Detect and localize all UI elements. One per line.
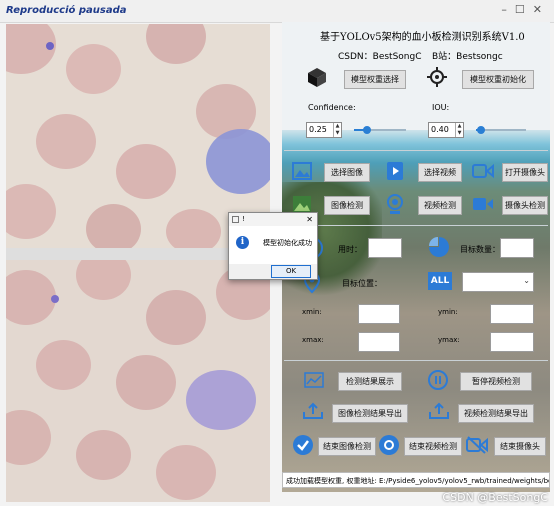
- end-image-detect-button[interactable]: 结束图像检测: [318, 437, 376, 456]
- xmax-field: [358, 332, 400, 352]
- confidence-value: 0.25: [309, 125, 327, 134]
- control-panel: 基于YOLOv5架构的血小板检测识别系统V1.0 CSDN：BestSongC …: [282, 22, 550, 492]
- iou-spinbox[interactable]: 0.40 ▲ ▼: [428, 122, 464, 138]
- iou-slider[interactable]: [476, 126, 526, 134]
- confidence-slider[interactable]: [354, 126, 406, 134]
- select-image-button[interactable]: 选择图像: [324, 163, 370, 182]
- all-badge: ALL: [428, 272, 452, 290]
- window-icon: [232, 216, 239, 223]
- select-video-button[interactable]: 选择视频: [418, 163, 462, 182]
- xmin-field: [358, 304, 400, 324]
- window-controls[interactable]: –☐✕: [501, 3, 550, 16]
- target-select-dropdown[interactable]: ⌄: [462, 272, 534, 292]
- pause-video-button[interactable]: 暂停视频检测: [460, 372, 532, 391]
- end-video-detect-button[interactable]: 结束视频检测: [404, 437, 462, 456]
- pie-chart-icon: [429, 237, 449, 257]
- time-label: 用时：: [338, 245, 362, 254]
- xmax-label: xmax:: [302, 336, 324, 344]
- message-dialog: ! ✕ i 模型初始化成功 OK: [228, 212, 318, 280]
- result-image-view: [6, 260, 270, 502]
- window-titlebar: Reproducció pausada –☐✕: [0, 0, 554, 23]
- confidence-label: Confidence:: [308, 103, 356, 112]
- cube-icon: [308, 68, 326, 87]
- export-image-results-button[interactable]: 图像检测结果导出: [332, 404, 408, 423]
- check-circle-icon: [293, 435, 313, 455]
- stop-circle-icon: [379, 435, 399, 455]
- dialog-body: i 模型初始化成功: [229, 226, 317, 264]
- ymax-label: ymax:: [438, 336, 460, 344]
- camera-off-icon: [466, 436, 488, 454]
- model-select-button[interactable]: 模型权重选择: [344, 70, 406, 89]
- export-video-results-button[interactable]: 视频检测结果导出: [458, 404, 534, 423]
- open-camera-button[interactable]: 打开摄像头: [502, 163, 548, 182]
- upload-icon: [303, 402, 323, 419]
- count-label: 目标数量：: [460, 245, 500, 254]
- ymax-field: [490, 332, 534, 352]
- camera-icon: [472, 163, 494, 179]
- dialog-message: 模型初始化成功: [263, 239, 312, 247]
- position-label: 目标位置：: [342, 279, 382, 288]
- dialog-title: !: [242, 215, 245, 223]
- webcam-icon: [387, 194, 403, 214]
- time-value-field: [368, 238, 402, 258]
- target-icon: [427, 67, 447, 87]
- video-camera-icon: [473, 198, 493, 210]
- credit-bilibili: B站：Bestsongc: [432, 52, 503, 62]
- model-init-button[interactable]: 模型权重初始化: [462, 70, 534, 89]
- ymin-label: ymin:: [438, 308, 458, 316]
- image-icon: [292, 162, 312, 180]
- window-title: Reproducció pausada: [6, 5, 127, 16]
- status-bar: 成功加载模型权重, 权重地址: E:/Pyside6_yolov5/yolov5…: [282, 472, 550, 488]
- xmin-label: xmin:: [302, 308, 322, 316]
- image-detect-button[interactable]: 图像检测: [324, 196, 370, 215]
- iou-label: IOU:: [432, 103, 450, 112]
- watermark: CSDN @BestSongC: [442, 491, 548, 504]
- iou-value: 0.40: [431, 125, 449, 134]
- line-chart-icon: [304, 372, 324, 388]
- show-results-button[interactable]: 检测结果展示: [338, 372, 402, 391]
- image-detect-icon: [293, 196, 311, 212]
- ymin-field: [490, 304, 534, 324]
- ok-button[interactable]: OK: [271, 265, 311, 278]
- upload-video-icon: [429, 402, 449, 419]
- end-camera-button[interactable]: 结束摄像头: [494, 437, 546, 456]
- video-file-icon: [387, 162, 403, 180]
- credit-csdn: CSDN：BestSongC: [338, 52, 422, 62]
- pause-icon: [428, 370, 448, 390]
- video-detect-button[interactable]: 视频检测: [418, 196, 462, 215]
- chevron-down-icon: ⌄: [523, 276, 530, 285]
- close-icon[interactable]: ✕: [306, 213, 313, 226]
- app-title: 基于YOLOv5架构的血小板检测识别系统V1.0: [320, 32, 525, 43]
- dialog-titlebar: ! ✕: [229, 213, 317, 226]
- dialog-footer: OK: [229, 264, 317, 279]
- count-value-field: [500, 238, 534, 258]
- confidence-spinbox[interactable]: 0.25 ▲ ▼: [306, 122, 342, 138]
- info-icon: i: [236, 236, 249, 249]
- camera-detect-button[interactable]: 摄像头检测: [502, 196, 548, 215]
